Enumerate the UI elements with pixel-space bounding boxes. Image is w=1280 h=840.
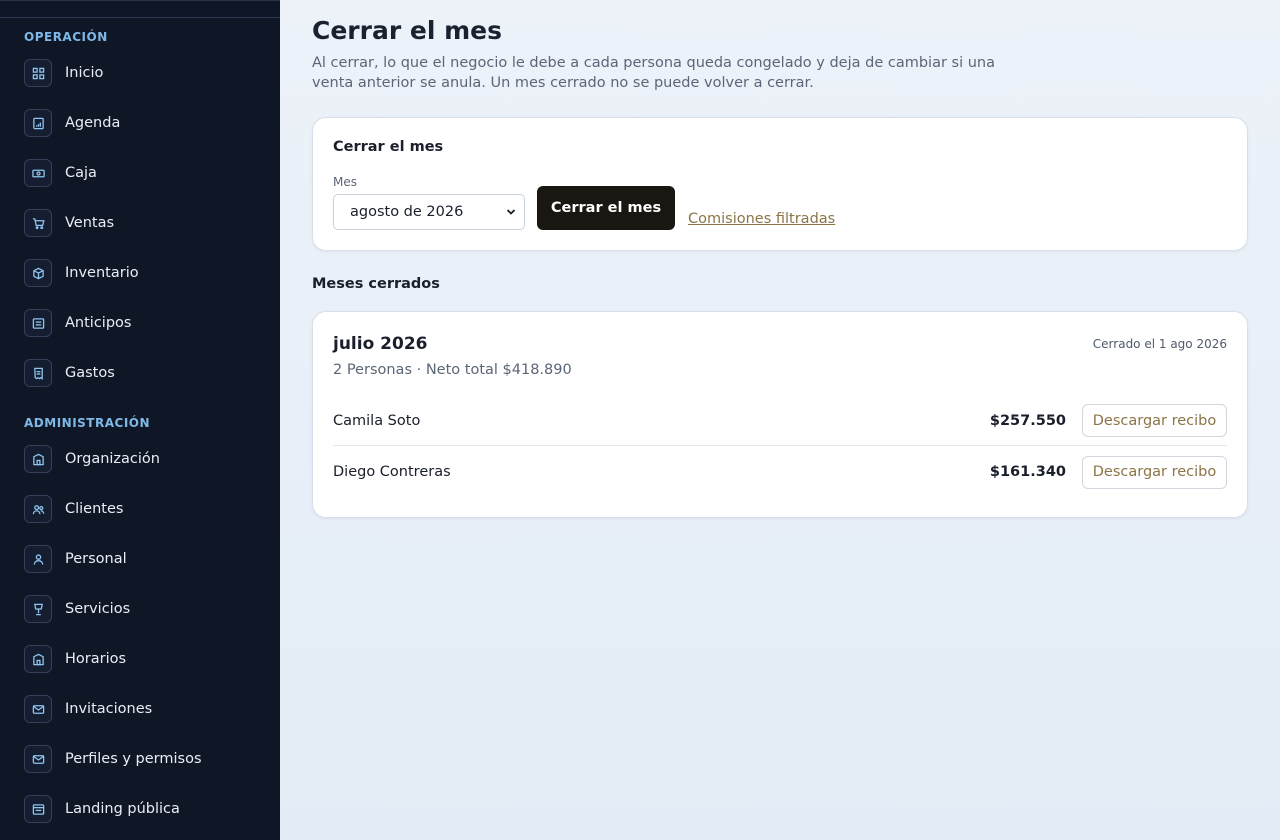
person-row: Camila Soto $257.550 Descargar recibo	[333, 396, 1227, 446]
person-name: Camila Soto	[333, 412, 421, 429]
month-select-value: agosto de 2026	[350, 204, 464, 220]
sidebar-item-gastos[interactable]: Gastos	[24, 358, 264, 388]
sidebar-item-label: Gastos	[65, 365, 115, 381]
page-description: Al cerrar, lo que el negocio le debe a c…	[312, 55, 995, 91]
sidebar-item-label: Landing pública	[65, 801, 180, 817]
person-name: Diego Contreras	[333, 464, 451, 480]
close-month-card-title: Cerrar el mes	[333, 139, 444, 155]
sidebar-item-label: Horarios	[65, 651, 127, 667]
sidebar-item-label: Caja	[65, 165, 97, 181]
sidebar-item-ventas[interactable]: Ventas	[24, 208, 264, 238]
close-month-button[interactable]: Cerrar el mes	[537, 186, 675, 230]
closed-months-heading: Meses cerrados	[312, 276, 440, 292]
sidebar-item-label: Agenda	[65, 115, 121, 131]
sidebar-item-label: Personal	[65, 551, 127, 567]
browser-icon	[24, 795, 52, 823]
glass-icon	[24, 595, 52, 623]
sidebar-item-agenda[interactable]: Agenda	[24, 108, 264, 138]
sidebar-item-landing-publica[interactable]: Landing pública	[24, 794, 264, 824]
sidebar-item-label: Clientes	[65, 501, 124, 517]
cart-icon	[24, 209, 52, 237]
sidebar-item-caja[interactable]: Caja	[24, 158, 264, 188]
sidebar-item-horarios[interactable]: Horarios	[24, 644, 264, 674]
close-month-card: Cerrar el mes Mes agosto de 2026 Cerrar …	[312, 117, 1248, 251]
sidebar-item-label: Inventario	[65, 265, 139, 281]
sidebar-divider	[0, 17, 280, 18]
sidebar-item-label: Inicio	[65, 65, 104, 81]
user-icon	[24, 545, 52, 573]
calendar-icon	[24, 109, 52, 137]
box-icon	[24, 259, 52, 287]
filtered-commissions-link[interactable]: Comisiones filtradas	[688, 211, 835, 227]
sidebar-item-label: Perfiles y permisos	[65, 751, 202, 767]
sidebar-item-label: Invitaciones	[65, 701, 153, 717]
closed-month-card: julio 2026 Cerrado el 1 ago 2026 2 Perso…	[312, 311, 1248, 518]
sidebar-item-label: Servicios	[65, 601, 131, 617]
person-amount: $161.340	[989, 464, 1066, 480]
closed-month-summary: 2 Personas · Neto total $418.890	[333, 362, 572, 378]
page-title: Cerrar el mes	[312, 16, 502, 45]
sidebar-item-anticipos[interactable]: Anticipos	[24, 308, 264, 338]
closed-date: Cerrado el 1 ago 2026	[1092, 337, 1227, 351]
receipt-icon	[24, 359, 52, 387]
mail-icon	[24, 745, 52, 773]
sidebar-item-organizacion[interactable]: Organización	[24, 444, 264, 474]
mail-icon	[24, 695, 52, 723]
sidebar-item-servicios[interactable]: Servicios	[24, 594, 264, 624]
building-icon	[24, 445, 52, 473]
sidebar-item-inicio[interactable]: Inicio	[24, 58, 264, 88]
users-icon	[24, 495, 52, 523]
main-content: Cerrar el mes Al cerrar, lo que el negoc…	[280, 0, 1280, 840]
building-icon	[24, 645, 52, 673]
chevron-down-icon	[506, 209, 516, 215]
download-receipt-button[interactable]: Descargar recibo	[1082, 404, 1227, 437]
sidebar-section-administracion-title: ADMINISTRACIÓN	[24, 416, 151, 430]
wallet-icon	[24, 309, 52, 337]
cash-icon	[24, 159, 52, 187]
sidebar-item-label: Ventas	[65, 215, 115, 231]
sidebar-item-personal[interactable]: Personal	[24, 544, 264, 574]
sidebar-section-operacion-title: OPERACIÓN	[24, 30, 108, 44]
download-receipt-button[interactable]: Descargar recibo	[1082, 455, 1227, 489]
sidebar: OPERACIÓN Inicio Agenda Caja Ventas Inve…	[0, 0, 280, 840]
person-amount: $257.550	[989, 412, 1066, 429]
sidebar-item-invitaciones[interactable]: Invitaciones	[24, 694, 264, 724]
person-row: Diego Contreras $161.340 Descargar recib…	[333, 447, 1227, 497]
closed-month-title: julio 2026	[333, 334, 428, 354]
month-field-label: Mes	[333, 175, 357, 189]
sidebar-item-clientes[interactable]: Clientes	[24, 494, 264, 524]
sidebar-item-perfiles-y-permisos[interactable]: Perfiles y permisos	[24, 744, 264, 774]
sidebar-item-label: Anticipos	[65, 315, 132, 331]
grid-icon	[24, 59, 52, 87]
sidebar-item-label: Organización	[65, 451, 160, 467]
month-select[interactable]: agosto de 2026	[333, 194, 525, 230]
sidebar-item-inventario[interactable]: Inventario	[24, 258, 264, 288]
